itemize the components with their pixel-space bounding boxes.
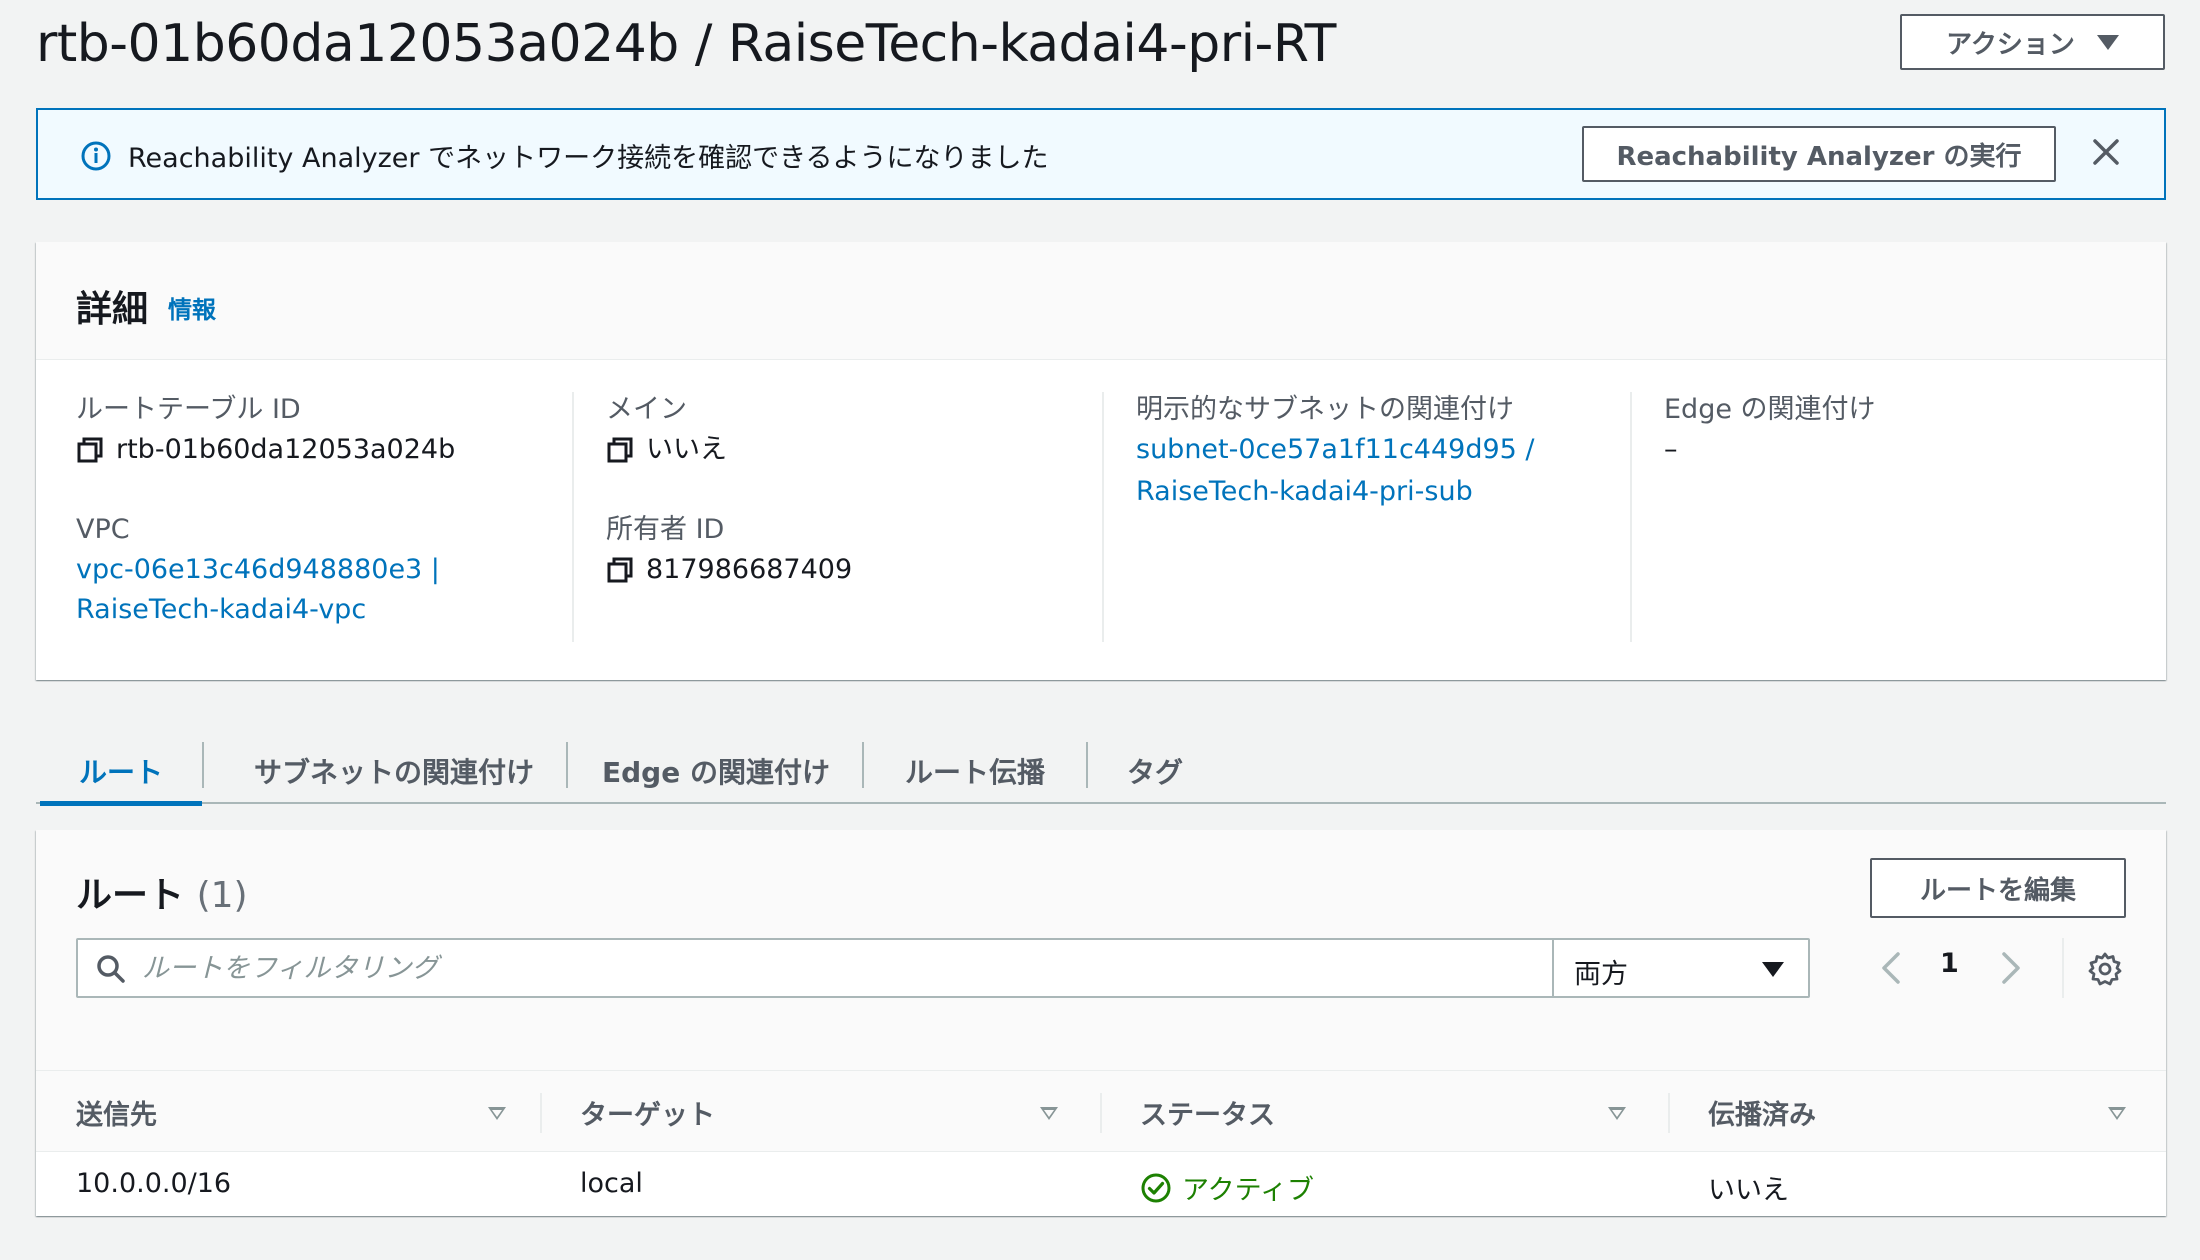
cell-status: アクティブ xyxy=(1140,1168,1314,1207)
column-header-destination[interactable]: 送信先 xyxy=(76,1093,157,1132)
column-divider xyxy=(1630,392,1632,642)
chevron-left-icon[interactable] xyxy=(1878,950,1904,986)
route-table-id-value: rtb-01b60da12053a024b xyxy=(76,428,596,472)
details-column-2: メイン いいえ 所有者 ID 817986687409 xyxy=(606,392,1126,592)
edge-association-label: Edge の関連付け xyxy=(1664,394,1876,425)
subnet-link-line2[interactable]: RaiseTech-kadai4-pri-sub xyxy=(1136,472,1656,512)
routes-title-text: ルート xyxy=(76,875,185,916)
close-icon[interactable] xyxy=(2090,136,2122,168)
chevron-right-icon[interactable] xyxy=(1998,950,2024,986)
sort-caret-icon[interactable] xyxy=(1608,1107,1626,1120)
route-table-detail-page: rtb-01b60da12053a024b / RaiseTech-kadai4… xyxy=(0,0,2200,1260)
owner-id-text: 817986687409 xyxy=(646,554,853,585)
column-divider xyxy=(572,392,574,642)
tab-edge-associations[interactable]: Edge の関連付け xyxy=(568,740,864,802)
edit-routes-label: ルートを編集 xyxy=(1919,875,2076,906)
propagation-filter-value: 両方 xyxy=(1574,959,1628,990)
tab-tags[interactable]: タグ xyxy=(1088,740,1222,802)
route-table-id-text: rtb-01b60da12053a024b xyxy=(116,434,456,465)
main-text: いいえ xyxy=(646,434,727,465)
copy-icon[interactable] xyxy=(76,436,104,464)
tab-bar: ルート サブネットの関連付け Edge の関連付け ルート伝播 タグ xyxy=(36,730,2166,806)
details-panel-header: 詳細 情報 xyxy=(36,242,2166,360)
copy-icon[interactable] xyxy=(606,436,634,464)
column-divider xyxy=(540,1093,542,1133)
tab-route-propagation[interactable]: ルート伝播 xyxy=(864,740,1086,802)
page-title: rtb-01b60da12053a024b / RaiseTech-kadai4… xyxy=(36,14,1336,74)
column-divider xyxy=(1668,1093,1670,1133)
details-panel: 詳細 情報 ルートテーブル ID rtb-01b60da12053a024b V… xyxy=(36,242,2166,680)
search-icon xyxy=(97,955,125,983)
sort-caret-icon[interactable] xyxy=(2108,1107,2126,1120)
column-header-target[interactable]: ターゲット xyxy=(580,1093,715,1132)
actions-button[interactable]: アクション xyxy=(1900,14,2165,70)
owner-id-label: 所有者 ID xyxy=(606,514,725,545)
column-header-propagated[interactable]: 伝播済み xyxy=(1708,1093,1816,1132)
owner-id-value: 817986687409 xyxy=(606,548,1126,592)
run-analyzer-label: Reachability Analyzer の実行 xyxy=(1616,141,2022,172)
cell-propagated: いいえ xyxy=(1708,1175,1789,1206)
explicit-subnet-label: 明示的なサブネットの関連付け xyxy=(1136,394,1514,425)
main-label: メイン xyxy=(606,394,687,425)
tab-subnet-associations[interactable]: サブネットの関連付け xyxy=(204,740,584,802)
propagation-filter-select[interactable]: 両方 xyxy=(1552,938,1810,998)
pager-current-page[interactable]: 1 xyxy=(1940,948,1959,979)
copy-icon[interactable] xyxy=(606,556,634,584)
settings-icon[interactable] xyxy=(2088,952,2122,986)
edit-routes-button[interactable]: ルートを編集 xyxy=(1870,858,2126,918)
column-divider xyxy=(1100,1093,1102,1133)
cell-destination: 10.0.0.0/16 xyxy=(76,1168,232,1199)
tab-routes[interactable]: ルート xyxy=(40,740,202,806)
run-reachability-analyzer-button[interactable]: Reachability Analyzer の実行 xyxy=(1582,126,2056,182)
routes-panel-header: ルート (1) 両方 1 xyxy=(36,830,2166,1070)
edge-association-value: – xyxy=(1664,434,1678,465)
status-check-icon xyxy=(1141,1173,1171,1202)
vpc-link-line1[interactable]: vpc-06e13c46d948880e3 | xyxy=(76,548,596,592)
sort-caret-icon[interactable] xyxy=(1040,1107,1058,1120)
actions-button-label: アクション xyxy=(1946,29,2075,60)
column-header-status[interactable]: ステータス xyxy=(1140,1093,1275,1132)
routes-title: ルート (1) xyxy=(76,866,248,918)
routes-panel: ルート (1) 両方 1 xyxy=(36,830,2166,1216)
details-title: 詳細 xyxy=(76,289,149,330)
chevron-down-icon xyxy=(1762,962,1784,977)
details-column-4: Edge の関連付け – xyxy=(1664,392,2184,472)
route-filter-box xyxy=(76,938,1568,998)
info-link[interactable]: 情報 xyxy=(168,290,216,325)
chevron-down-icon xyxy=(2096,34,2119,50)
pager-divider xyxy=(2062,938,2064,998)
info-icon xyxy=(81,141,111,171)
sort-caret-icon[interactable] xyxy=(488,1107,506,1120)
details-column-1: ルートテーブル ID rtb-01b60da12053a024b VPC vpc… xyxy=(76,392,596,628)
vpc-link-line2[interactable]: RaiseTech-kadai4-vpc xyxy=(76,592,596,628)
routes-table-header: 送信先 ターゲット ステータス 伝播済み xyxy=(36,1070,2166,1152)
main-value: いいえ xyxy=(606,428,1126,472)
route-filter-input[interactable] xyxy=(142,950,1542,986)
cell-target: local xyxy=(580,1168,643,1199)
subnet-link-line1[interactable]: subnet-0ce57a1f11c449d95 / xyxy=(1136,428,1656,472)
routes-count: (1) xyxy=(196,875,248,916)
column-divider xyxy=(1102,392,1104,642)
vpc-label: VPC xyxy=(76,514,130,545)
status-text: アクティブ xyxy=(1182,1175,1315,1206)
route-table-id-label: ルートテーブル ID xyxy=(76,394,301,425)
table-row: 10.0.0.0/16 local アクティブ いいえ xyxy=(36,1154,2166,1216)
details-column-3: 明示的なサブネットの関連付け subnet-0ce57a1f11c449d95 … xyxy=(1136,392,1656,512)
flash-message: Reachability Analyzer でネットワーク接続を確認できるように… xyxy=(128,143,1049,174)
